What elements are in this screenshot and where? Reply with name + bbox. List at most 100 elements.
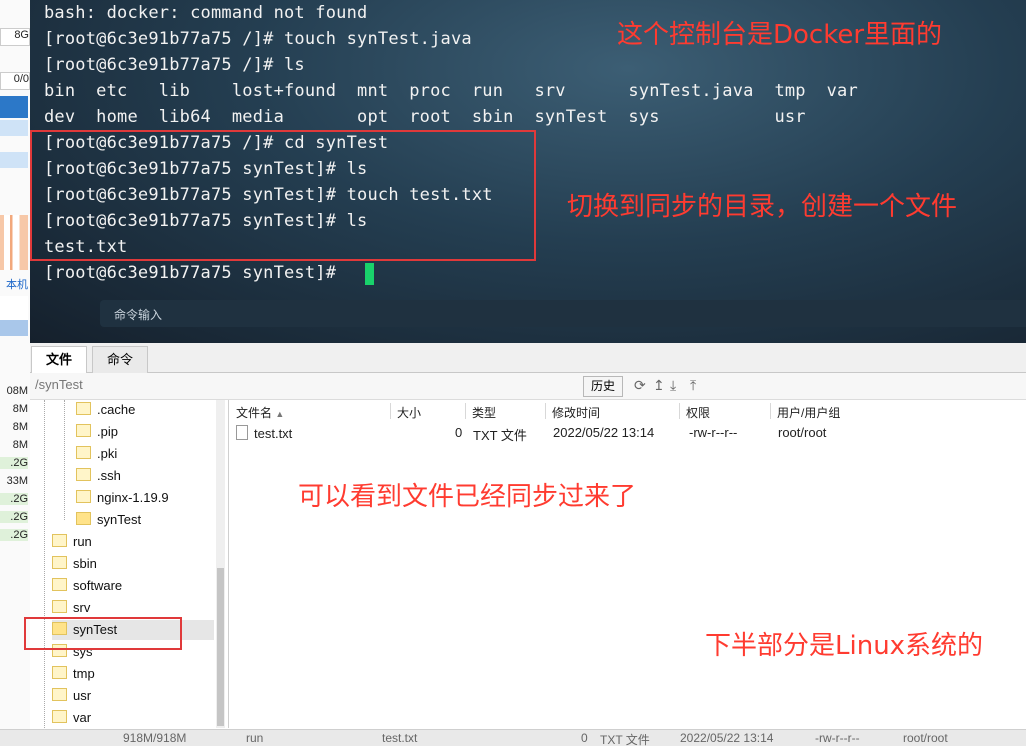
sort-asc-icon: ▲ [275,409,285,419]
text-file-icon [236,425,248,440]
strip-value: TXT 文件 [600,733,650,746]
tree-item[interactable]: software [52,576,122,596]
file-manager-panel: 文件 命令 /synTest 历史 ⟳ ↥ ⤓ ⤒ .cache .pip .p… [30,343,1026,745]
tree-item-label: sbin [73,556,97,571]
file-list-header: 文件名 ▲ 大小 类型 修改时间 权限 用户/用户组 [230,400,1026,422]
strip-chart [0,215,28,270]
history-button[interactable]: 历史 [583,376,624,397]
annotation-sync-note: 可以看到文件已经同步过来了 [298,482,637,512]
column-divider[interactable] [465,403,466,419]
terminal-console[interactable]: bash: docker: command not found [root@6c… [30,0,1026,343]
strip-value: 33M [6,475,28,487]
column-header-owner[interactable]: 用户/用户组 [777,404,840,421]
tree-item-label: run [73,534,92,549]
tree-item[interactable]: .ssh [76,466,121,486]
column-header-name[interactable]: 文件名 ▲ [236,404,284,421]
column-divider[interactable] [770,403,771,419]
column-header-permissions[interactable]: 权限 [686,404,710,421]
file-size-cell: 0 [455,425,463,440]
folder-icon [52,600,67,613]
folder-icon [52,666,67,679]
tree-item-label: .ssh [97,468,121,483]
strip-value: 0/0 [0,72,30,90]
file-owner-cell: root/root [778,425,827,440]
annotation-highlight-box [30,130,536,261]
tree-item[interactable]: tmp [52,664,95,684]
tree-item[interactable]: srv [52,598,90,618]
tree-guide-line [64,400,65,520]
path-bar: /synTest 历史 ⟳ ↥ ⤓ ⤒ [30,373,1026,400]
column-divider[interactable] [679,403,680,419]
tree-scrollbar-thumb[interactable] [217,568,224,726]
annotation-switch-note: 切换到同步的目录，创建一个文件 [567,192,958,222]
folder-icon [76,424,91,437]
tree-item[interactable]: usr [52,686,91,706]
strip-link[interactable]: 本机 [0,276,28,292]
up-directory-icon[interactable]: ↥ [653,377,665,394]
folder-icon [76,402,91,415]
terminal-line: bin etc lib lost+found mnt proc run srv … [44,81,858,101]
folder-icon [76,490,91,503]
tree-item-label: .pip [97,424,118,439]
download-icon[interactable]: ⤓ [670,377,676,394]
strip-value: .2G [0,493,28,505]
file-name: test.txt [254,426,293,441]
path-input[interactable]: /synTest [35,377,83,392]
directory-tree: .cache .pip .pki .ssh nginx-1.19.9 synTe… [30,400,229,728]
column-header-type[interactable]: 类型 [472,404,496,421]
column-divider[interactable] [390,403,391,419]
tree-item-label: nginx-1.19.9 [97,490,169,505]
strip-value: 8M [12,421,28,433]
column-header-size[interactable]: 大小 [397,404,421,421]
terminal-line: [root@6c3e91b77a75 /]# ls [44,55,305,75]
terminal-prompt: [root@6c3e91b77a75 synTest]# [44,263,347,283]
folder-icon [76,468,91,481]
upload-icon[interactable]: ⤒ [690,377,696,394]
folder-open-icon [76,512,91,525]
tree-item[interactable]: .cache [76,400,135,420]
strip-chart [0,296,28,336]
terminal-line: dev home lib64 media opt root sbin synTe… [44,107,806,127]
tree-item[interactable]: nginx-1.19.9 [76,488,169,508]
tree-item[interactable]: synTest [76,510,141,530]
tree-item[interactable]: .pki [76,444,117,464]
tree-item[interactable]: run [52,532,92,552]
folder-icon [52,534,67,547]
tree-item-label: synTest [97,512,142,527]
folder-icon [52,556,67,569]
strip-row [0,120,28,136]
column-divider[interactable] [545,403,546,419]
terminal-line: [root@6c3e91b77a75 /]# touch synTest.jav… [44,29,472,49]
tree-item[interactable]: var [52,708,91,728]
tree-item-label: srv [73,600,91,615]
tree-guide-line [44,400,45,728]
file-permissions-cell: -rw-r--r-- [689,425,738,440]
strip-value: 8M [12,403,28,415]
tree-item-label: .cache [97,402,136,417]
strip-value: 08M [6,385,28,397]
annotation-terminal-note: 这个控制台是Docker里面的 [617,20,943,50]
command-input-bar[interactable]: 命令输入 [100,300,1026,327]
file-list: 文件名 ▲ 大小 类型 修改时间 权限 用户/用户组 test.txt 0 TX… [230,400,1026,728]
strip-value: .2G [0,529,28,541]
folder-icon [52,688,67,701]
folder-icon [76,446,91,459]
strip-value: 8G [0,28,30,46]
tab-commands[interactable]: 命令 [92,346,149,373]
annotation-linux-note: 下半部分是Linux系统的 [705,631,984,661]
strip-value: root/root [903,731,948,745]
tab-files[interactable]: 文件 [31,346,88,374]
refresh-icon[interactable]: ⟳ [634,377,646,394]
strip-value: .2G [0,457,28,469]
column-header-modified[interactable]: 修改时间 [552,404,600,421]
tree-item[interactable]: sbin [52,554,97,574]
tree-item-label: tmp [73,666,95,681]
tree-scrollbar[interactable] [216,400,225,728]
tree-item[interactable]: .pip [76,422,118,442]
strip-value: 2022/05/22 13:14 [680,731,774,745]
file-type-cell: TXT 文件 [473,428,527,443]
column-header-label: 文件名 [236,406,273,420]
background-window-strip: 918M/918M run test.txt 0 TXT 文件 2022/05/… [0,729,1026,746]
terminal-cursor [365,263,374,285]
file-modified-cell: 2022/05/22 13:14 [553,425,655,440]
